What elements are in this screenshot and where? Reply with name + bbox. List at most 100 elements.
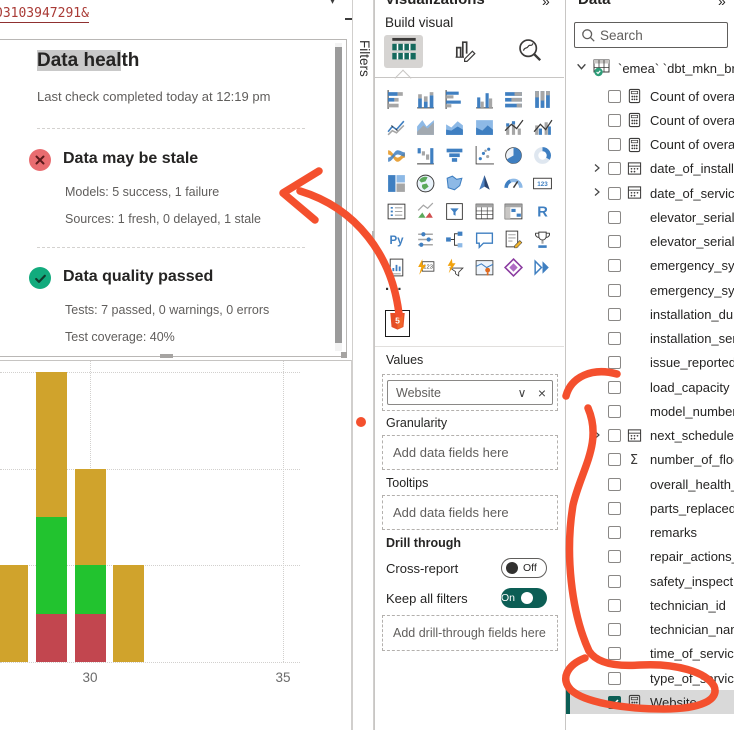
field-row-technician-name[interactable]: technician_name <box>566 618 734 642</box>
slicer-icon[interactable] <box>440 197 469 225</box>
field-checkbox[interactable] <box>608 478 621 491</box>
bar-segment-segment-gold[interactable] <box>0 565 28 662</box>
bar-segment-segment-red[interactable] <box>75 614 106 662</box>
100-stacked-column-chart-icon[interactable] <box>528 85 557 113</box>
stacked-column-chart-visual[interactable]: 3035 <box>0 360 352 730</box>
smart-narrative-icon[interactable] <box>499 225 528 253</box>
power-automate-visual-icon[interactable] <box>440 253 469 281</box>
100-stacked-area-chart-icon[interactable] <box>469 113 498 141</box>
field-checkbox[interactable] <box>608 332 621 345</box>
stacked-bar-chart-icon[interactable] <box>382 85 411 113</box>
field-checkbox[interactable] <box>608 235 621 248</box>
field-checkbox[interactable] <box>608 284 621 297</box>
field-checkbox[interactable] <box>608 187 621 200</box>
field-checkbox[interactable] <box>608 647 621 660</box>
values-drop-zone[interactable]: Website ∨ × <box>382 374 558 411</box>
granularity-drop-zone[interactable]: Add data fields here <box>382 435 558 470</box>
line-and-clustered-column-chart-icon[interactable] <box>528 113 557 141</box>
field-row-time-of-service[interactable]: time_of_service <box>566 642 734 666</box>
field-row-safety-inspectio[interactable]: safety_inspectio. <box>566 569 734 593</box>
field-row-emergency-syst[interactable]: emergency_syst. <box>566 254 734 278</box>
bar-segment-segment-red[interactable] <box>36 614 67 662</box>
bar-segment-segment-gold[interactable] <box>75 469 106 566</box>
field-row-date-of-service[interactable]: date_of_service <box>566 181 734 205</box>
clustered-bar-chart-icon[interactable] <box>440 85 469 113</box>
tooltips-drop-zone[interactable]: Add data fields here <box>382 495 558 530</box>
tab-format-visual[interactable] <box>448 36 480 68</box>
qna-visual-icon[interactable] <box>469 225 498 253</box>
field-checkbox[interactable] <box>608 550 621 563</box>
filled-map-icon[interactable] <box>440 169 469 197</box>
field-checkbox[interactable] <box>608 405 621 418</box>
field-row-count-of-overal[interactable]: Count of overal.. <box>566 84 734 108</box>
field-checkbox[interactable] <box>608 672 621 685</box>
table-node-row[interactable]: `emea` `dbt_mkn_bron.. <box>566 56 734 80</box>
field-checkbox[interactable] <box>608 138 621 151</box>
bar-segment-segment-gold[interactable] <box>36 372 67 517</box>
field-row-issue-reported[interactable]: issue_reported <box>566 351 734 375</box>
chevron-right-icon[interactable] <box>592 184 604 202</box>
waterfall-chart-icon[interactable] <box>411 141 440 169</box>
power-platform-visual-icon[interactable] <box>528 253 557 281</box>
bar-segment-segment-gold[interactable] <box>113 565 144 662</box>
decomposition-tree-icon[interactable] <box>440 225 469 253</box>
collapse-pane-icon[interactable]: » <box>718 0 726 9</box>
field-checkbox[interactable] <box>608 453 621 466</box>
field-row-date-of-installa[interactable]: date_of_installa.. <box>566 157 734 181</box>
filters-pane-collapsed[interactable]: Filters <box>352 0 374 730</box>
search-input[interactable]: Search <box>574 22 728 48</box>
area-chart-icon[interactable] <box>411 113 440 141</box>
drill-through-drop-zone[interactable]: Add drill-through fields here <box>382 615 558 651</box>
tab-build-visual[interactable] <box>384 35 423 68</box>
ribbon-chart-icon[interactable] <box>382 141 411 169</box>
field-row-number-of-floo[interactable]: Σnumber_of_floo. <box>566 448 734 472</box>
bar-segment-segment-green[interactable] <box>36 517 67 614</box>
field-row-installation-serv[interactable]: installation_serv. <box>566 327 734 351</box>
field-checkbox[interactable] <box>608 623 621 636</box>
chevron-down-icon[interactable]: ▾ <box>330 0 335 7</box>
html5-visual-selected[interactable]: 5 <box>385 310 410 337</box>
more-visuals-button[interactable]: ... <box>385 277 404 294</box>
field-checkbox[interactable] <box>608 356 621 369</box>
field-row-repair-actions-t[interactable]: repair_actions_t. <box>566 545 734 569</box>
new-slicer-icon[interactable] <box>411 225 440 253</box>
stacked-column-chart-icon[interactable] <box>411 85 440 113</box>
chevron-down-icon[interactable] <box>576 59 588 77</box>
filters-pane-label[interactable]: Filters <box>357 40 372 77</box>
azure-map-icon[interactable] <box>469 169 498 197</box>
scatter-chart-icon[interactable] <box>469 141 498 169</box>
pie-chart-icon[interactable] <box>499 141 528 169</box>
clustered-column-chart-icon[interactable] <box>469 85 498 113</box>
arcgis-map-icon[interactable] <box>469 253 498 281</box>
line-chart-icon[interactable] <box>382 113 411 141</box>
field-checkbox[interactable] <box>608 308 621 321</box>
funnel-chart-icon[interactable] <box>440 141 469 169</box>
r-script-visual-icon[interactable]: R <box>528 197 557 225</box>
card-scrollbar-thumb[interactable] <box>335 47 342 343</box>
donut-chart-icon[interactable] <box>528 141 557 169</box>
chevron-right-icon[interactable] <box>592 427 604 445</box>
card-resize-handle-corner[interactable] <box>341 352 347 358</box>
keep-all-filters-toggle[interactable]: On <box>501 588 547 608</box>
field-checkbox[interactable] <box>608 502 621 515</box>
multi-row-card-icon[interactable] <box>382 197 411 225</box>
stacked-area-chart-icon[interactable] <box>440 113 469 141</box>
field-checkbox[interactable] <box>608 211 621 224</box>
field-row-next-scheduled[interactable]: next_scheduled.. <box>566 424 734 448</box>
field-row-parts-replaced[interactable]: parts_replaced <box>566 496 734 520</box>
python-visual-icon[interactable]: Py <box>382 225 411 253</box>
field-checkbox[interactable] <box>608 599 621 612</box>
field-row-website[interactable]: Website <box>566 690 734 714</box>
field-row-remarks[interactable]: remarks <box>566 521 734 545</box>
field-row-elevator-serial[interactable]: elevator_serial_.. <box>566 230 734 254</box>
field-checkbox[interactable] <box>608 526 621 539</box>
collapse-pane-icon[interactable]: » <box>542 0 550 9</box>
field-checkbox[interactable] <box>608 259 621 272</box>
map-icon[interactable] <box>411 169 440 197</box>
field-row-load-capacity[interactable]: load_capacity <box>566 375 734 399</box>
field-checkbox[interactable] <box>608 696 621 709</box>
gauge-icon[interactable] <box>499 169 528 197</box>
field-checkbox[interactable] <box>608 90 621 103</box>
metrics-icon[interactable] <box>528 225 557 253</box>
treemap-icon[interactable] <box>382 169 411 197</box>
